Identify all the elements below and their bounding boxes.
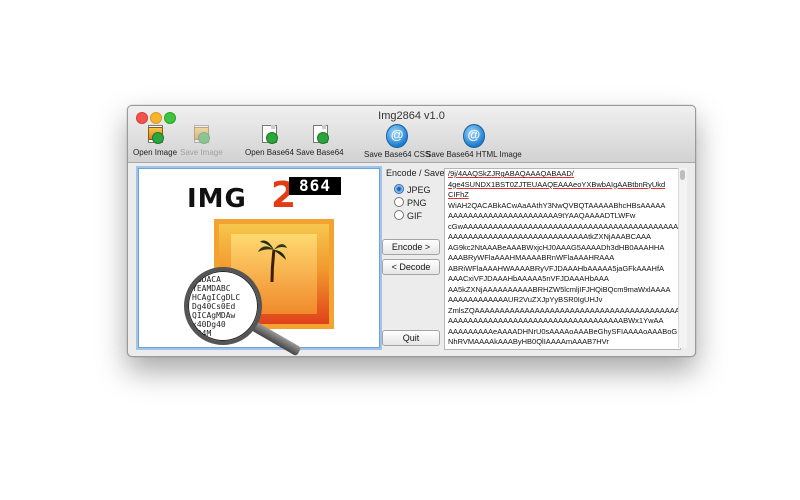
save-base64-label: Save Base64 (296, 148, 344, 157)
output-line: ZmlsZQAAAAAAAAAAAAAAAAAAAAAAAAAAAAAAAAAA… (448, 305, 681, 315)
output-line: /9j/4AAQSkZJRgABAQAAAQABAAD/ (448, 169, 574, 178)
save-base64-button[interactable]: Save Base64 (296, 124, 344, 157)
format-label: PNG (407, 198, 427, 208)
output-line: AAACxiVFJDAAAHbAAAAA5nVFJDAAAHbAAA (448, 274, 609, 283)
output-scrollbar[interactable] (678, 168, 687, 348)
radio-unselected-icon (394, 197, 404, 207)
output-line: 4ge4SUNDX1BST0ZJTEUAAQEAAAeoYXBwbAIgAABt… (448, 179, 666, 189)
base64-output-text[interactable]: /9j/4AAQSkZJRgABAQAAAQABAAD/4ge4SUNDX1BS… (444, 168, 681, 350)
logo-img-text: IMG (187, 184, 247, 214)
open-image-button[interactable]: Open Image (133, 124, 177, 157)
output-line: AAAAAAAAAeAAAADHNrU0sAAAAoAAABeGhySFIAAA… (448, 326, 678, 336)
at-icon: @ (462, 124, 485, 148)
output-line: AAABRyWFlaAAAHMAAAABRnWFlaAAAHRAAA (448, 253, 615, 262)
open-base64-button[interactable]: Open Base64 (245, 124, 294, 157)
palm-tree-icon (258, 240, 287, 282)
output-line: AG9kc2NtAAABeAAABWxjcHJ0AAAG5AAAADh3dHB0… (448, 242, 665, 252)
title-bar: Img2864 v1.0 Open Image Save Image Open … (128, 106, 695, 163)
save-base64-html-image-button[interactable]: @ Save Base64 HTML Image (426, 124, 522, 159)
output-line: WiAH2QACABkACwAaAAthY3NwQVBQTAAAAABhcHBs… (448, 200, 666, 210)
radio-selected-icon (394, 184, 404, 194)
output-line: AAAAAAAAAAAAAAAAAAAAAAAAAAAAtkZXNjAAABCA… (448, 232, 652, 241)
format-radio-gif[interactable]: GIF (394, 210, 422, 221)
decode-button[interactable]: < Decode (382, 259, 440, 275)
app-window: Img2864 v1.0 Open Image Save Image Open … (127, 105, 696, 357)
open-image-icon (145, 124, 165, 146)
format-radio-png[interactable]: PNG (394, 197, 427, 208)
encode-button[interactable]: Encode > (382, 239, 440, 255)
open-image-label: Open Image (133, 148, 178, 157)
magnifier-icon: ABDACA YEAMDABC HCAgICgDLC Dg40Cs0Ed QIC… (184, 267, 262, 345)
radio-unselected-icon (394, 210, 404, 220)
output-line: AA5kZXNjAAAAAAAAAABRHZW5lcmljIFJHQiBQcm9… (448, 284, 671, 294)
save-base64-css-label: Save Base64 CSS (364, 150, 431, 159)
format-radio-jpeg[interactable]: JPEG (394, 184, 431, 195)
encode-save-label: Encode / Save (386, 168, 445, 178)
image-preview[interactable]: IMG 2 864 ABDACA YEAMDABC HCAgICgDLC Dg4… (138, 168, 380, 356)
output-line: VUEAAAAqAAACEmZyRlUAAAAoAAACPHpoVFcAAAAW… (445, 348, 680, 350)
open-base64-icon (259, 124, 279, 146)
magnifier-text: ABDACA YEAMDABC HCAgICgDLC Dg40Cs0Ed QIC… (192, 275, 241, 338)
format-label: JPEG (407, 185, 431, 195)
open-base64-label: Open Base64 (245, 148, 294, 157)
save-image-button[interactable]: Save Image (180, 124, 223, 157)
output-line: NhRVMAAAAkAAAByHB0QlIAAAAmAAAB7HVr (448, 337, 609, 346)
save-base64-css-button[interactable]: @ Save Base64 CSS (364, 124, 430, 159)
output-line: AAAAAAAAAAAAAAAAAAAAAAAAAAAAAAAAAAABWx1Y… (448, 316, 664, 325)
output-line: AAAAAAAAAAAAUR2VuZXJpYyBSR0IgUHJv (448, 295, 603, 304)
save-image-icon (191, 124, 211, 146)
output-line: cGwAAAAAAAAAAAAAAAAAAAAAAAAAAAAAAAAAAAAA… (448, 221, 681, 231)
at-icon: @ (386, 124, 409, 148)
save-base64-html-image-label: Save Base64 HTML Image (426, 150, 522, 159)
output-line: CIFhZ (448, 190, 469, 199)
scrollbar-thumb[interactable] (680, 170, 685, 180)
output-line: ABRiWFlaAAAHWAAAABRyVFJDAAAHbAAAAA5jaGFk… (448, 263, 665, 273)
save-base64-icon (310, 124, 330, 146)
logo-864-text: 864 (289, 177, 341, 195)
format-label: GIF (407, 211, 422, 221)
save-image-label: Save Image (180, 148, 223, 157)
quit-button[interactable]: Quit (382, 330, 440, 346)
output-line: AAAAAAAAAAAAAAAAAAAAAA9tYAAQAAAADTLWFw (448, 211, 636, 220)
window-title: Img2864 v1.0 (378, 110, 445, 122)
